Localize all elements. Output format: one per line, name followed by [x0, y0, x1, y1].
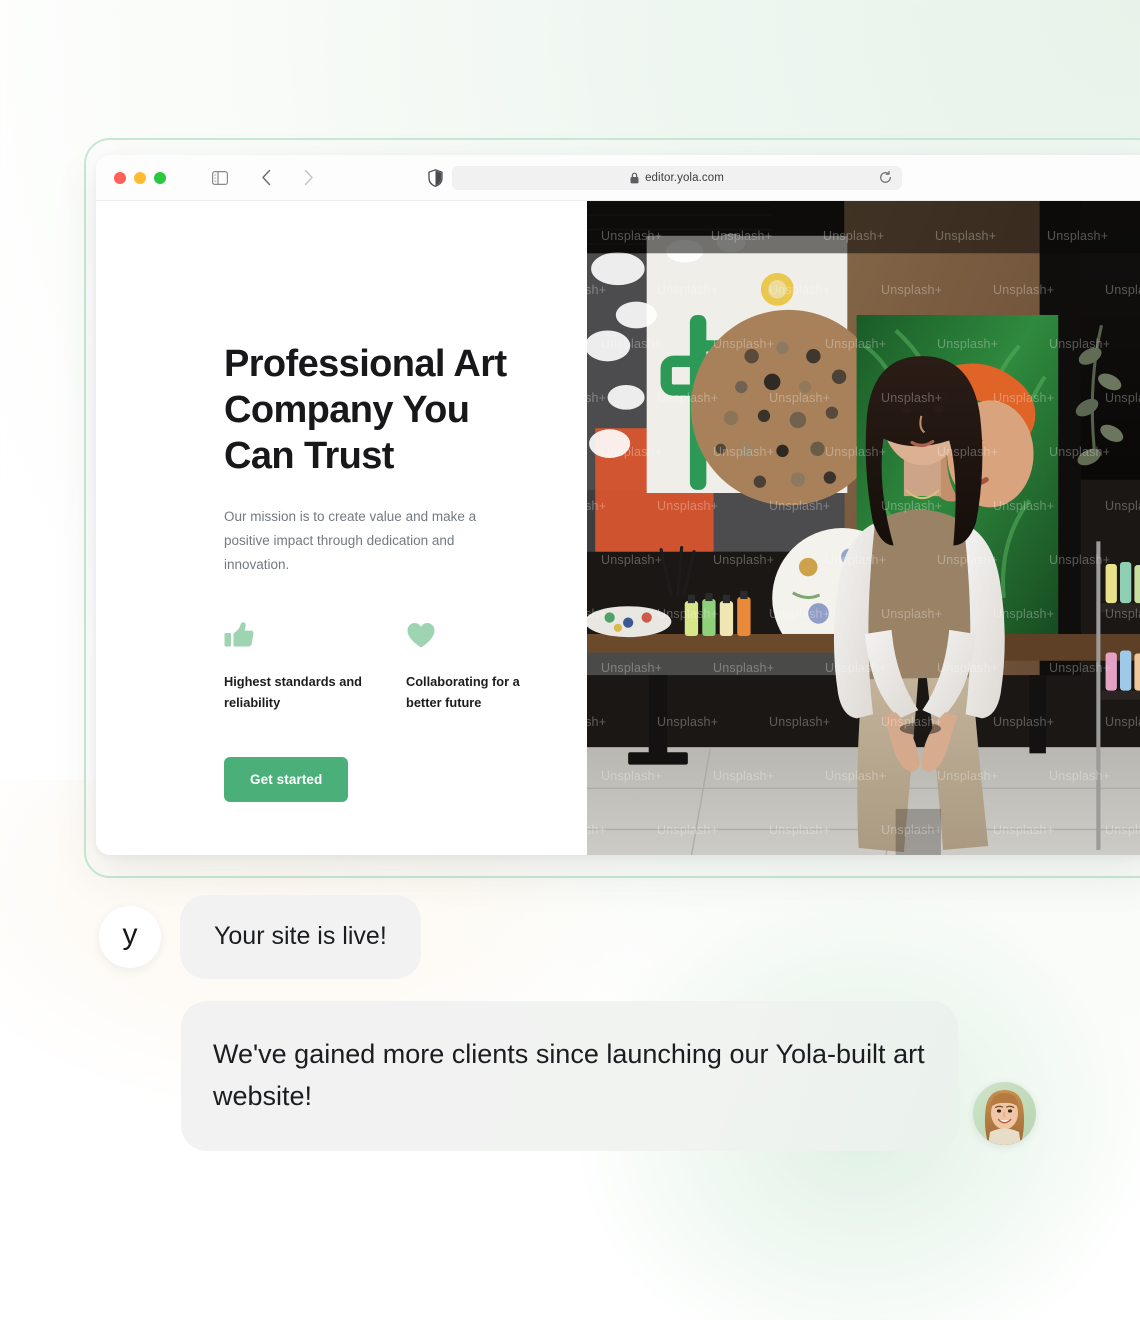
customer-avatar [973, 1081, 1036, 1145]
sidebar-toggle-icon[interactable] [206, 165, 234, 191]
close-window-button[interactable] [114, 171, 126, 184]
address-bar[interactable]: editor.yola.com [452, 165, 902, 190]
window-traffic-lights [114, 171, 166, 184]
feature-label: Collaborating for a better future [406, 674, 520, 710]
chat-row-customer: We've gained more clients since launchin… [0, 1000, 1140, 1151]
hero-subtitle: Our mission is to create value and make … [224, 509, 477, 572]
heart-icon [406, 621, 546, 649]
chat-bubble-status: Your site is live! [180, 895, 421, 979]
privacy-shield-icon[interactable] [428, 168, 443, 187]
back-button[interactable] [252, 165, 280, 191]
browser-toolbar: editor.yola.com [96, 155, 1140, 201]
lock-icon [630, 172, 639, 183]
browser-window: editor.yola.com Professional Art Company… [96, 155, 1140, 855]
forward-button[interactable] [294, 165, 322, 191]
hero-image: Unsplash+ Unsplash+ Unsplash+ Unsplash+ … [587, 201, 1140, 855]
maximize-window-button[interactable] [154, 171, 166, 184]
chat-bubble-testimonial: We've gained more clients since launchin… [181, 1000, 958, 1151]
minimize-window-button[interactable] [134, 171, 146, 184]
chat-row-brand: y Your site is live! [0, 895, 1140, 979]
feature-item: Highest standards and reliability [224, 621, 364, 713]
website-page: Professional Art Company You Can Trust O… [96, 201, 1140, 855]
feature-item: Collaborating for a better future [406, 621, 546, 713]
url-text: editor.yola.com [645, 171, 724, 184]
toolbar-nav-icons [206, 165, 322, 191]
brand-avatar: y [99, 905, 161, 968]
hero-text-column: Professional Art Company You Can Trust O… [96, 201, 587, 855]
reload-icon[interactable] [879, 171, 892, 184]
get-started-button[interactable]: Get started [224, 757, 349, 802]
feature-label: Highest standards and reliability [224, 674, 362, 710]
testimonial-section: y Your site is live! We've gained more c… [0, 895, 1140, 1151]
feature-list: Highest standards and reliability Collab… [224, 621, 587, 713]
page-title: Professional Art Company You Can Trust [224, 343, 507, 477]
thumbs-up-icon [224, 621, 364, 649]
